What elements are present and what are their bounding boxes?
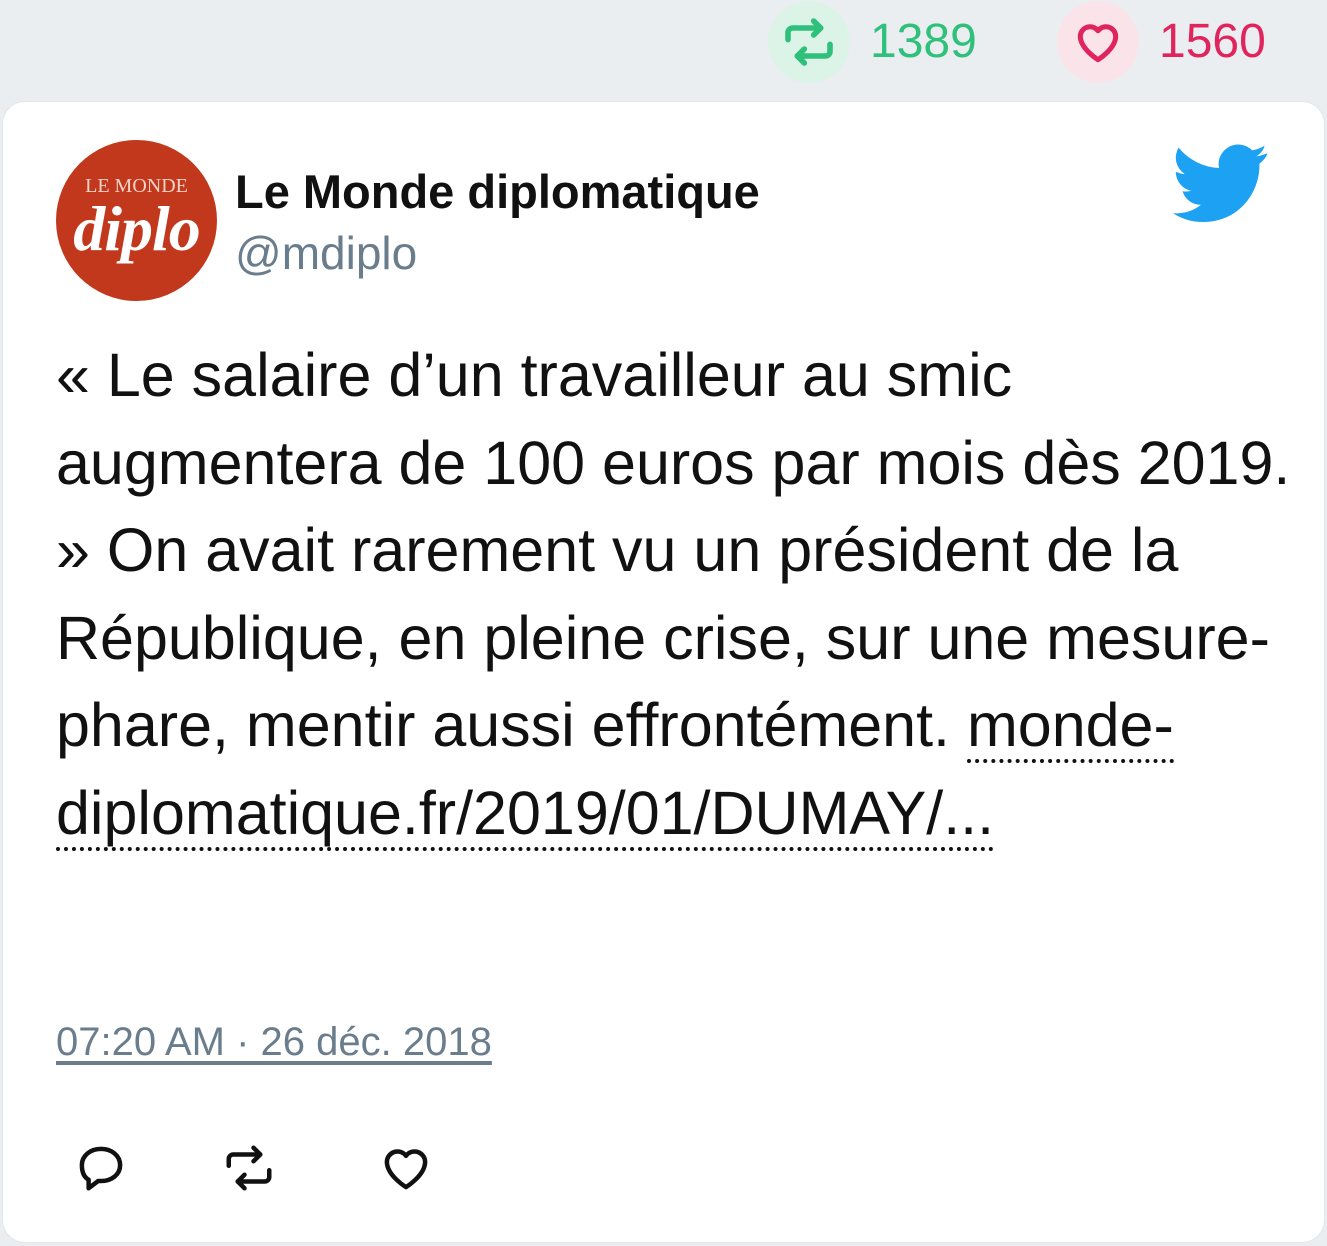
like-count: 1560 [1159, 15, 1266, 68]
retweet-button[interactable] [219, 1140, 279, 1196]
retweet-count: 1389 [870, 15, 977, 68]
tweet-body: « Le salaire d’un travailleur au smic au… [56, 332, 1306, 857]
author-handle[interactable]: @mdiplo [235, 226, 417, 280]
reply-button[interactable] [71, 1140, 131, 1196]
tweet-timestamp[interactable]: 07:20 AM · 26 déc. 2018 [56, 1020, 492, 1065]
like-stat[interactable]: 1560 [1057, 0, 1266, 84]
reply-icon [79, 1146, 123, 1191]
engagement-stats-bar: 1389 1560 [0, 0, 1327, 100]
heart-icon [384, 1149, 428, 1190]
avatar[interactable]: LE MONDE diplo [56, 140, 217, 301]
twitter-bird-icon[interactable] [1173, 144, 1269, 224]
tweet-card: LE MONDE diplo Le Monde diplomatique @md… [3, 102, 1324, 1242]
author-display-name[interactable]: Le Monde diplomatique [235, 164, 760, 219]
heart-icon[interactable] [1057, 1, 1139, 83]
retweet-icon [226, 1145, 272, 1191]
retweet-icon[interactable] [768, 1, 850, 83]
like-button[interactable] [376, 1140, 436, 1196]
avatar-logo-main: diplo [73, 193, 201, 264]
retweet-stat[interactable]: 1389 [768, 0, 977, 84]
